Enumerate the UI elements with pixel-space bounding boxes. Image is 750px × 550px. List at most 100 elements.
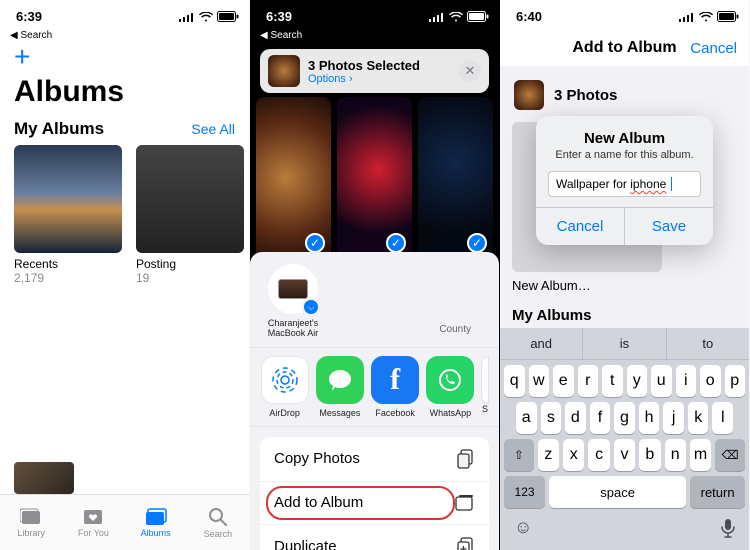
key-row-3-letters: zxcvbnm <box>538 439 712 471</box>
key-row-4: 123 space return <box>500 471 749 513</box>
device-name: Charanjeet's MacBook Air <box>264 318 322 339</box>
dialog-save-button[interactable]: Save <box>624 208 713 245</box>
key-p[interactable]: p <box>725 365 746 397</box>
share-app-more[interactable]: S <box>481 356 489 418</box>
back-link[interactable]: ◀ Search <box>0 30 249 43</box>
heart-icon <box>82 508 104 526</box>
album-name: Posting <box>136 257 244 271</box>
emoji-key[interactable]: ☺ <box>514 517 532 538</box>
key-w[interactable]: w <box>529 365 550 397</box>
keyboard: and is to qwertyuiop asdfghjkl ⇧ zxcvbnm… <box>500 328 749 550</box>
suggestion[interactable]: to <box>667 328 749 359</box>
backspace-key[interactable]: ⌫ <box>715 439 745 471</box>
page-title: Albums <box>0 71 249 119</box>
checkmark-icon: ✓ <box>467 233 487 253</box>
selected-photos-row: ✓ ✓ ✓ <box>250 93 499 263</box>
airdrop-device[interactable]: ⌵ Charanjeet's MacBook Air <box>264 264 322 339</box>
key-c[interactable]: c <box>588 439 609 471</box>
battery-icon <box>467 11 489 22</box>
key-j[interactable]: j <box>663 402 684 434</box>
key-row-3: ⇧ zxcvbnm ⌫ <box>500 434 749 471</box>
mic-icon <box>721 518 735 538</box>
text-cursor <box>667 177 671 191</box>
key-x[interactable]: x <box>563 439 584 471</box>
key-o[interactable]: o <box>700 365 721 397</box>
key-k[interactable]: k <box>688 402 709 434</box>
tab-for-you[interactable]: For You <box>62 495 124 550</box>
status-time: 6:39 <box>16 9 42 24</box>
signal-icon <box>679 12 695 22</box>
album-item[interactable]: Posting 19 <box>136 145 244 285</box>
banner-text: 3 Photos Selected Options › <box>308 58 420 85</box>
key-t[interactable]: t <box>602 365 623 397</box>
tab-albums[interactable]: Albums <box>125 495 187 550</box>
key-e[interactable]: e <box>553 365 574 397</box>
back-link[interactable]: ◀ Search <box>250 30 499 43</box>
key-q[interactable]: q <box>504 365 525 397</box>
dictation-key[interactable] <box>721 518 735 538</box>
album-name: Recents <box>14 257 122 271</box>
action-copy-photos[interactable]: Copy Photos <box>260 437 489 482</box>
airdrop-badge-icon: ⌵ <box>302 298 320 316</box>
share-apps-row: AirDrop Messages f Facebook WhatsApp S <box>250 347 499 427</box>
album-name-input[interactable]: Wallpaper for iphone <box>548 171 701 197</box>
album-thumbnail <box>14 145 122 253</box>
shift-key[interactable]: ⇧ <box>504 439 534 471</box>
signal-icon <box>179 12 195 22</box>
close-icon[interactable]: ✕ <box>459 60 481 82</box>
share-app-messages[interactable]: Messages <box>315 356 364 418</box>
cancel-button[interactable]: Cancel <box>690 40 737 57</box>
status-time: 6:40 <box>516 9 542 24</box>
album-count: 2,179 <box>14 271 122 285</box>
status-bar: 6:39 <box>0 0 249 30</box>
album-thumbnail <box>136 145 244 253</box>
photo-thumbnail[interactable]: ✓ <box>418 97 493 259</box>
share-app-facebook[interactable]: f Facebook <box>371 356 420 418</box>
key-u[interactable]: u <box>651 365 672 397</box>
see-all-link[interactable]: See All <box>191 121 235 137</box>
duplicate-icon <box>457 537 475 550</box>
key-g[interactable]: g <box>614 402 635 434</box>
wifi-icon <box>449 12 463 22</box>
key-r[interactable]: r <box>578 365 599 397</box>
key-l[interactable]: l <box>712 402 733 434</box>
suggestion[interactable]: is <box>583 328 666 359</box>
banner-options-link[interactable]: Options › <box>308 73 420 85</box>
action-add-to-album[interactable]: Add to Album <box>260 482 489 525</box>
status-time: 6:39 <box>266 9 292 24</box>
key-i[interactable]: i <box>676 365 697 397</box>
action-duplicate[interactable]: Duplicate <box>260 525 489 550</box>
key-z[interactable]: z <box>538 439 559 471</box>
space-key[interactable]: space <box>549 476 686 508</box>
share-app-whatsapp[interactable]: WhatsApp <box>426 356 475 418</box>
key-a[interactable]: a <box>516 402 537 434</box>
add-button[interactable]: + <box>0 43 249 71</box>
tab-bar: Library For You Albums Search <box>0 494 249 550</box>
key-f[interactable]: f <box>590 402 611 434</box>
key-b[interactable]: b <box>639 439 660 471</box>
key-v[interactable]: v <box>614 439 635 471</box>
status-icons <box>429 11 489 22</box>
status-icons <box>179 11 239 22</box>
key-row-1: qwertyuiop <box>500 360 749 397</box>
key-y[interactable]: y <box>627 365 648 397</box>
status-icons <box>679 11 739 22</box>
album-item[interactable]: Recents 2,179 <box>14 145 122 285</box>
photo-thumbnail[interactable]: ✓ <box>337 97 412 259</box>
mode-key[interactable]: 123 <box>504 476 545 508</box>
key-d[interactable]: d <box>565 402 586 434</box>
key-s[interactable]: s <box>541 402 562 434</box>
banner-thumbnail <box>268 55 300 87</box>
tab-search[interactable]: Search <box>187 495 249 550</box>
dialog-cancel-button[interactable]: Cancel <box>536 208 624 245</box>
photo-thumbnail[interactable]: ✓ <box>256 97 331 259</box>
return-key[interactable]: return <box>690 476 745 508</box>
airdrop-icon <box>261 356 309 404</box>
key-n[interactable]: n <box>665 439 686 471</box>
share-app-airdrop[interactable]: AirDrop <box>260 356 309 418</box>
tab-library[interactable]: Library <box>0 495 62 550</box>
nav-title: Add to Album <box>572 39 676 57</box>
suggestion[interactable]: and <box>500 328 583 359</box>
key-m[interactable]: m <box>690 439 711 471</box>
key-h[interactable]: h <box>639 402 660 434</box>
